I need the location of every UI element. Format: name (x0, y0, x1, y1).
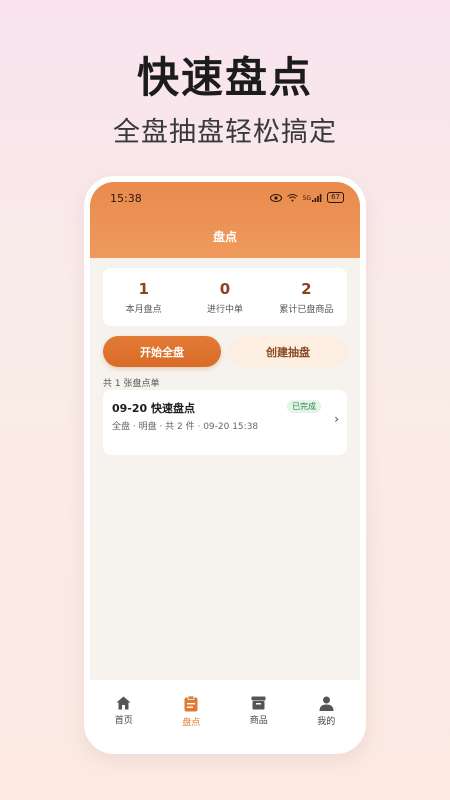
stat-label: 本月盘点 (125, 305, 162, 315)
record-meta: 全盘 · 明盘 · 共 2 件 · 09-20 15:38 (112, 422, 259, 432)
status-icons: 5G 67 (269, 192, 344, 203)
hero-subtitle: 全盘抽盘轻松搞定 (113, 117, 337, 148)
create-sample-count-button[interactable]: 创建抽盘 (229, 336, 347, 367)
tab-inventory[interactable]: 盘点 (158, 680, 226, 748)
start-full-count-button[interactable]: 开始全盘 (103, 336, 221, 367)
archive-icon (251, 696, 266, 713)
list-item[interactable]: 09-20 快速盘点 已完成 全盘 · 明盘 · 共 2 件 · 09-20 1… (103, 390, 347, 455)
tab-label: 商品 (249, 716, 268, 726)
home-icon (116, 696, 131, 713)
wifi-icon (286, 193, 298, 202)
stat-total-counted: 2 累计已盘商品 (266, 268, 347, 326)
tab-label: 盘点 (182, 718, 201, 728)
phone-frame: 15:38 5G 67 盘点 1 本月盘点 0 进行中单 2 累计已盘商品 开始… (84, 176, 366, 754)
hero-title: 快速盘点 (136, 53, 313, 102)
clipboard-icon (184, 696, 198, 715)
stat-value: 1 (138, 280, 149, 298)
stat-label: 进行中单 (206, 305, 243, 315)
stat-in-progress: 0 进行中单 (184, 268, 265, 326)
phone-screen: 15:38 5G 67 盘点 1 本月盘点 0 进行中单 2 累计已盘商品 开始… (90, 182, 360, 748)
tab-products[interactable]: 商品 (225, 680, 293, 748)
hero: 快速盘点 全盘抽盘轻松搞定 (0, 52, 450, 150)
stat-value: 2 (301, 280, 312, 298)
status-time: 15:38 (110, 192, 142, 205)
action-buttons: 开始全盘 创建抽盘 (103, 336, 347, 367)
record-title: 09-20 快速盘点 (112, 402, 196, 415)
tab-label: 首页 (114, 716, 133, 726)
stat-value: 0 (219, 280, 231, 298)
chevron-right-icon: › (334, 412, 339, 426)
eye-icon (269, 193, 282, 202)
tab-label: 我的 (317, 717, 336, 727)
tab-profile[interactable]: 我的 (293, 680, 361, 748)
network-type: 5G (302, 194, 312, 202)
stats-card: 1 本月盘点 0 进行中单 2 累计已盘商品 (103, 268, 347, 326)
tab-bar: 首页 盘点 商品 我的 (90, 680, 360, 748)
app-bar-title: 盘点 (212, 230, 237, 244)
tab-home[interactable]: 首页 (90, 680, 158, 748)
status-badge: 已完成 (287, 400, 321, 413)
list-count-label: 共 1 张盘点单 (103, 379, 160, 389)
stat-monthly: 1 本月盘点 (103, 268, 184, 326)
stat-label: 累计已盘商品 (279, 305, 334, 315)
app-bar: 15:38 5G 67 盘点 (90, 182, 360, 258)
user-icon (319, 696, 334, 714)
signal-icon: 5G (302, 193, 322, 202)
battery-icon: 67 (327, 192, 344, 203)
